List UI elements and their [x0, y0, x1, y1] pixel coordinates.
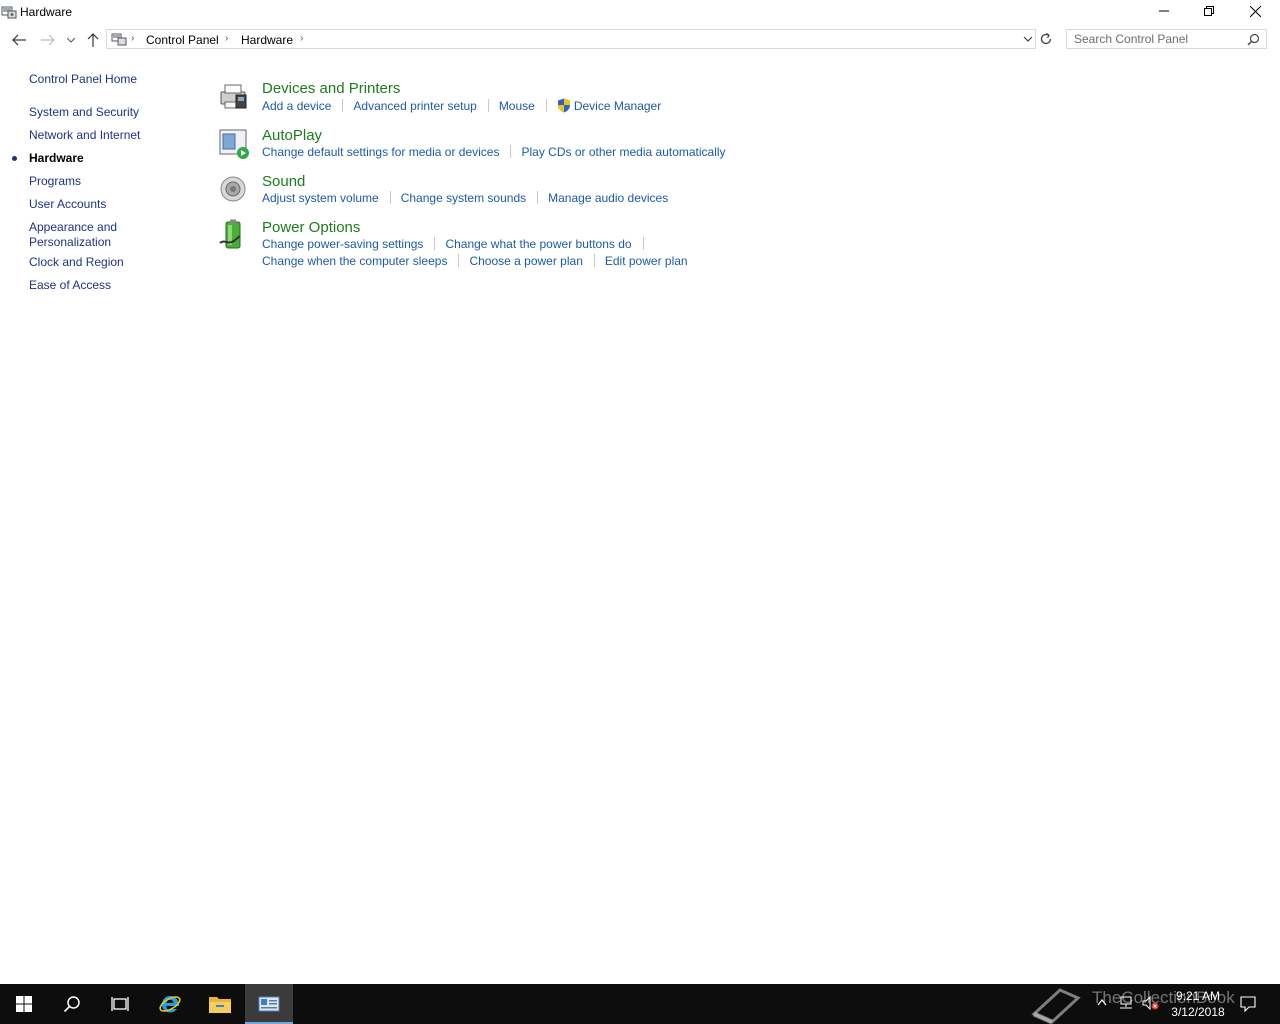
forward-arrow-icon	[41, 34, 55, 46]
link-divider	[545, 99, 547, 112]
close-button[interactable]	[1232, 0, 1278, 22]
search-icon[interactable]	[1247, 33, 1260, 46]
control-panel-icon	[111, 33, 127, 46]
uac-shield-icon	[557, 98, 570, 113]
control-panel-taskbar-button[interactable]	[245, 984, 293, 1024]
link-divider	[642, 237, 644, 250]
clock-date: 3/12/2018	[1171, 1005, 1225, 1019]
autoplay-icon	[219, 129, 249, 159]
battery-icon	[219, 219, 241, 249]
chevron-right-icon: ›	[131, 33, 135, 44]
chevron-down-icon	[67, 37, 75, 43]
taskbar-search-button[interactable]	[48, 984, 96, 1024]
sidebar-item-appearance-and-personalization[interactable]: Appearance and Personalization	[29, 220, 124, 250]
start-button[interactable]	[0, 984, 48, 1024]
search-icon	[63, 996, 80, 1013]
file-explorer-icon	[209, 997, 231, 1013]
chevron-right-icon[interactable]: ›	[300, 33, 303, 44]
minimize-icon	[1159, 10, 1169, 12]
control-panel-icon	[1, 6, 17, 19]
restore-icon	[1204, 6, 1214, 16]
devices-and-printers-links: Add a device Advanced printer setup Mouse D…	[262, 98, 661, 113]
title-bar: Hardware	[0, 0, 1280, 24]
link-divider	[434, 237, 436, 250]
breadcrumb-hardware[interactable]: Hardware	[241, 33, 293, 47]
volume-muted-icon[interactable]	[1142, 996, 1160, 1010]
search-input[interactable]	[1067, 30, 1244, 48]
link-divider	[593, 254, 595, 267]
internet-explorer-button[interactable]	[146, 984, 194, 1024]
sidebar-item-system-and-security[interactable]: System and Security	[29, 105, 149, 120]
change-power-buttons-link[interactable]: Change what the power buttons do	[445, 237, 631, 251]
restore-button[interactable]	[1186, 0, 1232, 22]
recent-locations-button[interactable]	[63, 31, 79, 49]
device-manager-link[interactable]: Device Manager	[574, 99, 661, 113]
play-cds-link[interactable]: Play CDs or other media automatically	[521, 145, 725, 159]
link-divider	[510, 145, 512, 158]
power-options-title[interactable]: Power Options	[262, 219, 360, 236]
internet-explorer-icon	[159, 996, 181, 1013]
sidebar-item-user-accounts[interactable]: User Accounts	[29, 197, 149, 212]
autoplay-title[interactable]: AutoPlay	[262, 127, 322, 144]
current-page-bullet	[12, 156, 17, 161]
back-button[interactable]	[10, 31, 28, 49]
advanced-printer-setup-link[interactable]: Advanced printer setup	[353, 99, 476, 113]
clock[interactable]: 9:21 AM 3/12/2018	[1168, 988, 1228, 1020]
book-logo-icon	[1031, 988, 1081, 1024]
up-button[interactable]	[84, 31, 102, 49]
window-title: Hardware	[20, 5, 73, 19]
action-center-icon[interactable]	[1240, 996, 1256, 1012]
task-view-button[interactable]	[96, 984, 144, 1024]
back-arrow-icon	[12, 34, 26, 46]
manage-audio-devices-link[interactable]: Manage audio devices	[548, 191, 668, 205]
chevron-right-icon: ›	[225, 33, 229, 44]
up-arrow-icon	[87, 33, 99, 47]
link-divider	[389, 191, 391, 204]
minimize-button[interactable]	[1141, 0, 1187, 22]
edit-power-plan-link[interactable]: Edit power plan	[605, 254, 688, 268]
sound-links: Adjust system volume Change system sounds…	[262, 191, 668, 205]
control-panel-home-link[interactable]: Control Panel Home	[29, 72, 149, 87]
close-icon	[1249, 5, 1261, 17]
sidebar-item-ease-of-access[interactable]: Ease of Access	[29, 278, 149, 293]
link-divider	[458, 254, 460, 267]
link-divider	[537, 191, 539, 204]
sound-title[interactable]: Sound	[262, 173, 305, 190]
mouse-link[interactable]: Mouse	[499, 99, 535, 113]
change-when-computer-sleeps-link[interactable]: Change when the computer sleeps	[262, 254, 447, 268]
chevron-up-icon[interactable]	[1097, 998, 1107, 1006]
speaker-icon	[220, 176, 246, 202]
sidebar-item-programs[interactable]: Programs	[29, 174, 149, 189]
control-panel-icon	[258, 996, 280, 1012]
power-options-links: Change power-saving settings Change what …	[262, 237, 654, 251]
add-a-device-link[interactable]: Add a device	[262, 99, 331, 113]
breadcrumb-control-panel[interactable]: Control Panel	[146, 33, 219, 47]
sidebar-item-clock-and-region[interactable]: Clock and Region	[29, 255, 149, 270]
choose-a-power-plan-link[interactable]: Choose a power plan	[469, 254, 582, 268]
start-icon	[16, 996, 32, 1012]
change-default-settings-link[interactable]: Change default settings for media or dev…	[262, 145, 499, 159]
chevron-down-icon[interactable]	[1023, 33, 1033, 45]
printer-icon	[220, 84, 247, 109]
address-bar[interactable]: › Control Panel › Hardware ›	[106, 29, 1036, 49]
autoplay-links: Change default settings for media or dev…	[262, 145, 726, 159]
change-system-sounds-link[interactable]: Change system sounds	[401, 191, 526, 205]
search-box[interactable]	[1066, 29, 1267, 49]
network-icon[interactable]	[1118, 996, 1134, 1010]
link-divider	[342, 99, 344, 112]
sidebar-item-hardware: Hardware	[29, 151, 84, 165]
change-power-saving-settings-link[interactable]: Change power-saving settings	[262, 237, 423, 251]
task-view-icon	[111, 997, 129, 1011]
link-divider	[487, 99, 489, 112]
clock-time: 9:21 AM	[1175, 989, 1221, 1003]
devices-and-printers-title[interactable]: Devices and Printers	[262, 80, 400, 97]
power-options-links-row2: Change when the computer sleeps Choose a …	[262, 254, 688, 268]
forward-button[interactable]	[39, 31, 57, 49]
file-explorer-button[interactable]	[196, 984, 244, 1024]
sidebar-item-network-and-internet[interactable]: Network and Internet	[29, 128, 159, 143]
refresh-icon[interactable]	[1038, 31, 1054, 47]
taskbar	[0, 984, 1280, 1024]
adjust-system-volume-link[interactable]: Adjust system volume	[262, 191, 379, 205]
